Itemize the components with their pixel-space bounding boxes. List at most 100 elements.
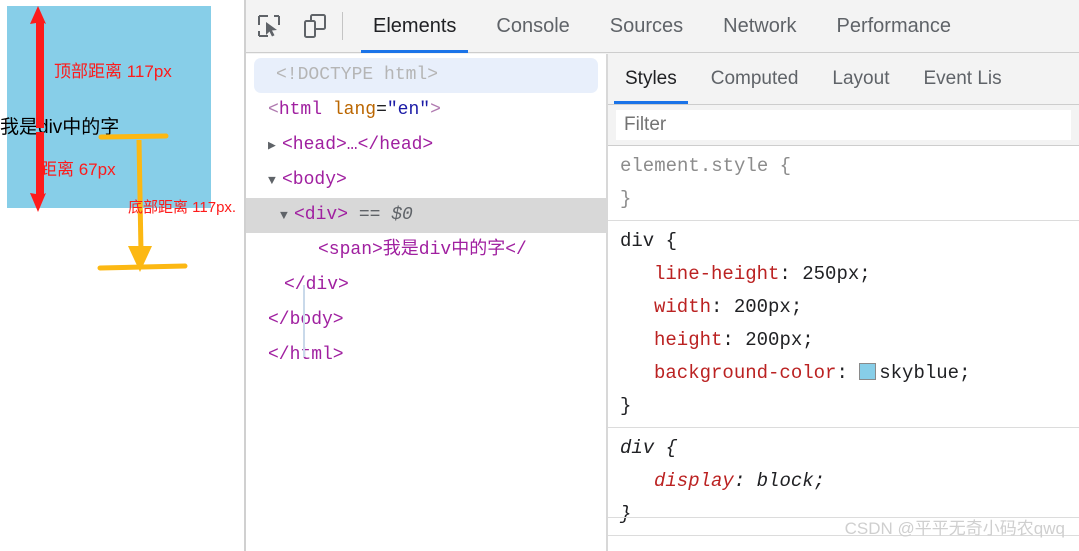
semi-bg: ;: [959, 362, 971, 384]
chevron-down-icon-body[interactable]: ▼: [268, 163, 282, 198]
rule-element-style-close-line: }: [620, 183, 1079, 216]
inspect-element-icon[interactable]: [246, 0, 292, 53]
decl-line-height-property: line-height: [654, 263, 780, 285]
tab-event-listeners-label: Event Lis: [923, 68, 1002, 89]
dom-row-span[interactable]: <span>我是div中的字</: [246, 233, 606, 268]
open-brace-2: {: [665, 230, 678, 252]
devtools-toolbar: Elements Console Sources Network Perform…: [246, 0, 1079, 53]
tab-computed[interactable]: Computed: [694, 54, 816, 104]
devtools-main-tabs: Elements Console Sources Network Perform…: [353, 0, 971, 53]
div-close-text: </div>: [284, 275, 349, 295]
tab-layout[interactable]: Layout: [815, 54, 906, 104]
tab-layout-label: Layout: [832, 68, 890, 89]
dom-row-div-selected[interactable]: ▼ <div> == $0: [246, 198, 606, 233]
html-lang-attr-value: "en": [386, 100, 431, 120]
close-brace-2: }: [620, 395, 632, 417]
dom-row-doctype[interactable]: <!DOCTYPE html>: [254, 58, 598, 93]
decl-line-height-value: 250px: [802, 263, 860, 285]
page-viewport: 我是div中的字 顶部距离 117px 距离 67px 底部距离 117px.: [0, 0, 244, 551]
decl-width[interactable]: width: 200px;: [620, 291, 1079, 324]
html-lang-attr-name: lang: [332, 100, 377, 120]
div-inner-text: 我是div中的字: [0, 117, 120, 138]
decl-background-color-value: skyblue: [879, 362, 960, 384]
decl-width-value: 200px: [733, 296, 791, 318]
csdn-watermark: CSDN @平平无奇小码农qwq: [844, 519, 1065, 538]
toolbar-separator: [342, 12, 343, 40]
decl-width-property: width: [654, 296, 712, 318]
dom-row-div-close[interactable]: </div>: [246, 268, 606, 303]
semi-lh: ;: [859, 263, 871, 285]
dom-row-body-open[interactable]: ▼ <body>: [246, 163, 606, 198]
body-open-text: <body>: [282, 170, 347, 190]
tab-styles-label: Styles: [625, 68, 677, 89]
open-brace-3: {: [665, 437, 678, 459]
decl-display-value: block: [756, 470, 814, 492]
doctype-text: <!DOCTYPE html>: [276, 65, 439, 85]
semi-w: ;: [790, 296, 803, 318]
decl-display[interactable]: display: block;: [620, 465, 1079, 498]
html-tag-name: html: [278, 100, 323, 120]
device-toolbar-icon[interactable]: [292, 0, 338, 53]
div-selected-marker: == $0: [358, 205, 413, 225]
rule-div-author-selector: div: [620, 230, 655, 252]
tab-network-label: Network: [723, 14, 797, 37]
semi-h: ;: [802, 329, 814, 351]
rule-div-author-selector-line: div {: [620, 225, 1079, 258]
styles-filter-bar: [608, 105, 1079, 146]
html-open-lt: <: [268, 100, 279, 120]
colon-bg: :: [836, 362, 848, 384]
annotation-top-label: 顶部距离 117px: [54, 62, 172, 81]
styles-sidebar: Styles Computed Layout Event Lis element…: [608, 54, 1079, 551]
open-brace-1: {: [779, 155, 792, 177]
tab-computed-label: Computed: [710, 68, 799, 89]
decl-line-height[interactable]: line-height: 250px;: [620, 258, 1079, 291]
div-open-text: <div>: [294, 205, 349, 225]
tab-performance[interactable]: Performance: [817, 0, 972, 53]
rule-element-style-selector: element.style: [620, 155, 769, 177]
annotation-bottom-label: 底部距离 117px.: [128, 199, 237, 216]
tab-elements-label: Elements: [373, 14, 457, 37]
rule-element-style[interactable]: element.style { }: [608, 146, 1079, 221]
tab-console[interactable]: Console: [476, 0, 589, 53]
chevron-down-icon-div[interactable]: ▼: [280, 198, 294, 233]
dom-row-head[interactable]: ▶ <head>…</head>: [246, 128, 606, 163]
close-brace-3: }: [620, 503, 632, 525]
colon-d: :: [733, 470, 746, 492]
dom-tree-panel[interactable]: <!DOCTYPE html> <html lang="en"> ▶ <head>…: [246, 54, 606, 551]
html-close-text: </html>: [268, 345, 344, 365]
decl-height-value: 200px: [745, 329, 803, 351]
decl-height[interactable]: height: 200px;: [620, 324, 1079, 357]
html-attr-eq: =: [376, 100, 387, 120]
decl-background-color[interactable]: background-color: skyblue;: [620, 357, 1079, 390]
tab-elements[interactable]: Elements: [353, 0, 476, 53]
rule-div-author[interactable]: div { line-height: 250px; width: 200px; …: [608, 221, 1079, 428]
tab-styles[interactable]: Styles: [608, 54, 694, 104]
tab-sources-label: Sources: [609, 14, 684, 37]
devtools-panel: Elements Console Sources Network Perform…: [246, 0, 1079, 551]
tab-network[interactable]: Network: [703, 0, 816, 53]
styles-filter-input[interactable]: [616, 110, 1071, 140]
tab-sources[interactable]: Sources: [590, 0, 703, 53]
annotation-middle-label: 距离 67px: [40, 160, 116, 179]
tab-console-label: Console: [496, 14, 570, 37]
semi-d: ;: [813, 470, 826, 492]
color-swatch-icon[interactable]: [859, 363, 877, 380]
span-line-text: <span>我是div中的字</: [318, 240, 527, 260]
body-close-text: </body>: [268, 310, 344, 330]
tab-performance-label: Performance: [836, 14, 952, 37]
rule-div-ua-selector: div: [620, 437, 655, 459]
colon-w: :: [711, 296, 723, 318]
chevron-right-icon[interactable]: ▶: [268, 128, 282, 163]
styles-sidebar-tabs: Styles Computed Layout Event Lis: [608, 54, 1079, 105]
dom-indent-guide: [303, 285, 305, 357]
dom-row-html-open[interactable]: <html lang="en">: [246, 93, 606, 128]
close-brace-1: }: [620, 188, 632, 210]
colon-h: :: [722, 329, 734, 351]
dom-row-html-close[interactable]: </html>: [246, 338, 606, 373]
colon-lh: :: [779, 263, 791, 285]
decl-height-property: height: [654, 329, 723, 351]
dom-row-body-close[interactable]: </body>: [246, 303, 606, 338]
tab-event-listeners[interactable]: Event Lis: [906, 54, 1018, 104]
html-open-gt: >: [430, 100, 441, 120]
head-collapsed-text: <head>…</head>: [282, 135, 434, 155]
